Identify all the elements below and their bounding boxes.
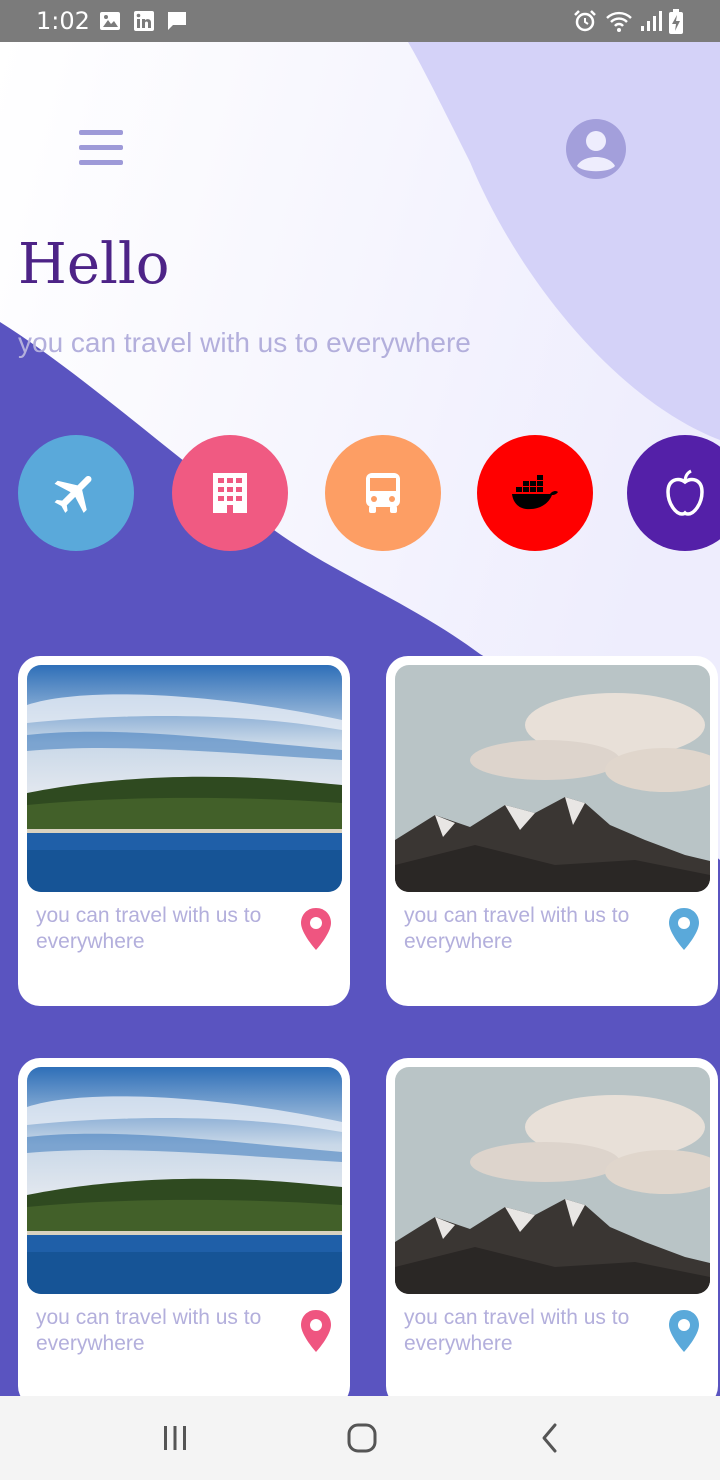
airplane-icon xyxy=(54,475,92,513)
back-icon[interactable] xyxy=(530,1416,570,1460)
navigation-bar xyxy=(0,1396,720,1480)
building-icon xyxy=(213,473,247,513)
destination-card[interactable]: you can travel with us to everywhere xyxy=(18,1058,350,1396)
category-building[interactable] xyxy=(172,435,288,551)
destination-card[interactable]: you can travel with us to everywhere xyxy=(18,656,350,1006)
greeting-title: Hello xyxy=(18,232,170,297)
apple-icon xyxy=(666,469,704,516)
battery-charging-icon xyxy=(669,9,683,34)
location-pin-icon[interactable] xyxy=(298,906,334,952)
card-image-lake xyxy=(27,665,342,892)
card-image-mountain xyxy=(395,1067,710,1294)
status-time: 1:02 xyxy=(36,7,90,35)
card-image-mountain xyxy=(395,665,710,892)
card-image-lake xyxy=(27,1067,342,1294)
bus-icon xyxy=(366,473,400,513)
recent-apps-icon[interactable] xyxy=(155,1416,195,1460)
location-pin-icon[interactable] xyxy=(666,1308,702,1354)
category-bus[interactable] xyxy=(325,435,441,551)
linkedin-icon xyxy=(134,11,154,31)
wifi-icon xyxy=(606,11,632,32)
card-description: you can travel with us to everywhere xyxy=(404,904,630,953)
category-airplane[interactable] xyxy=(18,435,134,551)
image-icon xyxy=(100,12,120,30)
destination-card[interactable]: you can travel with us to everywhere xyxy=(386,1058,718,1396)
alarm-icon xyxy=(574,10,596,32)
status-bar: 1:02 xyxy=(0,0,720,42)
card-description: you can travel with us to everywhere xyxy=(36,1306,262,1355)
location-pin-icon[interactable] xyxy=(298,1308,334,1354)
docker-whale-icon xyxy=(512,475,558,510)
destination-card[interactable]: you can travel with us to everywhere xyxy=(386,656,718,1006)
location-pin-icon[interactable] xyxy=(666,906,702,952)
card-description: you can travel with us to everywhere xyxy=(404,1306,630,1355)
subtitle: you can travel with us to everywhere xyxy=(18,327,471,358)
app-content: Hello you can travel with us to everywhe… xyxy=(0,42,720,1396)
card-description: you can travel with us to everywhere xyxy=(36,904,262,953)
category-docker[interactable] xyxy=(477,435,593,551)
account-circle-icon[interactable] xyxy=(563,116,629,182)
chat-icon xyxy=(168,12,186,30)
home-icon[interactable] xyxy=(340,1416,384,1460)
signal-icon xyxy=(641,11,662,31)
hamburger-menu-icon[interactable] xyxy=(72,124,132,174)
